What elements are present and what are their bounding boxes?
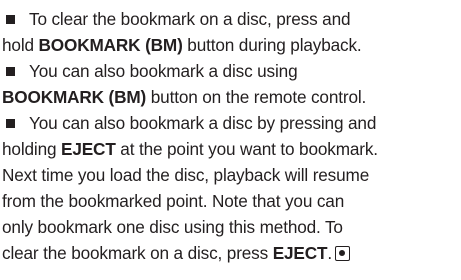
bookmark-button-label: BOOKMARK (BM) <box>2 87 147 107</box>
bullet-item-3-line-5: only bookmark one disc using this method… <box>2 214 343 240</box>
bullet-item-2-line-1: You can also bookmark a disc using <box>6 58 298 84</box>
bullet-item-1-line-2: hold BOOKMARK (BM) button during playbac… <box>2 32 362 58</box>
bullet-1-text-1: To clear the bookmark on a disc, press a… <box>29 9 351 29</box>
bullet-1-text-2-post: button during playback. <box>182 35 362 55</box>
bullet-3-text-1: You can also bookmark a disc by pressing… <box>29 113 377 133</box>
bullet-item-3-line-1: You can also bookmark a disc by pressing… <box>6 110 376 136</box>
bullet-3-text-6-post: . <box>327 243 332 263</box>
bullet-item-3-line-3: Next time you load the disc, playback wi… <box>2 162 369 188</box>
square-bullet-icon <box>6 15 15 24</box>
square-bullet-icon <box>6 67 15 76</box>
bullet-item-3-line-4: from the bookmarked point. Note that you… <box>2 188 344 214</box>
bookmark-button-label: BOOKMARK (BM) <box>38 35 183 55</box>
square-bullet-icon <box>6 119 15 128</box>
end-of-section-icon <box>334 246 350 261</box>
bullet-item-3-line-2: holding EJECT at the point you want to b… <box>2 136 378 162</box>
eject-button-label: EJECT <box>272 243 328 263</box>
bullet-item-2-line-2: BOOKMARK (BM) button on the remote contr… <box>2 84 366 110</box>
bullet-3-text-2-post: at the point you want to bookmark. <box>115 139 378 159</box>
bullet-3-text-2-pre: holding <box>2 139 62 159</box>
bullet-3-text-5: only bookmark one disc using this method… <box>2 217 343 237</box>
bullet-3-text-6-pre: clear the bookmark on a disc, press <box>2 243 273 263</box>
bullet-3-text-4: from the bookmarked point. Note that you… <box>2 191 345 211</box>
bullet-3-text-3: Next time you load the disc, playback wi… <box>2 165 370 185</box>
bullet-item-3-line-6: clear the bookmark on a disc, press EJEC… <box>2 240 350 266</box>
bullet-item-1-line-1: To clear the bookmark on a disc, press a… <box>6 6 351 32</box>
bullet-2-text-2-post: button on the remote control. <box>146 87 367 107</box>
manual-page: To clear the bookmark on a disc, press a… <box>0 0 461 280</box>
bullet-1-text-2-pre: hold <box>2 35 39 55</box>
eject-button-label: EJECT <box>61 139 116 159</box>
bullet-2-text-1: You can also bookmark a disc using <box>29 61 298 81</box>
